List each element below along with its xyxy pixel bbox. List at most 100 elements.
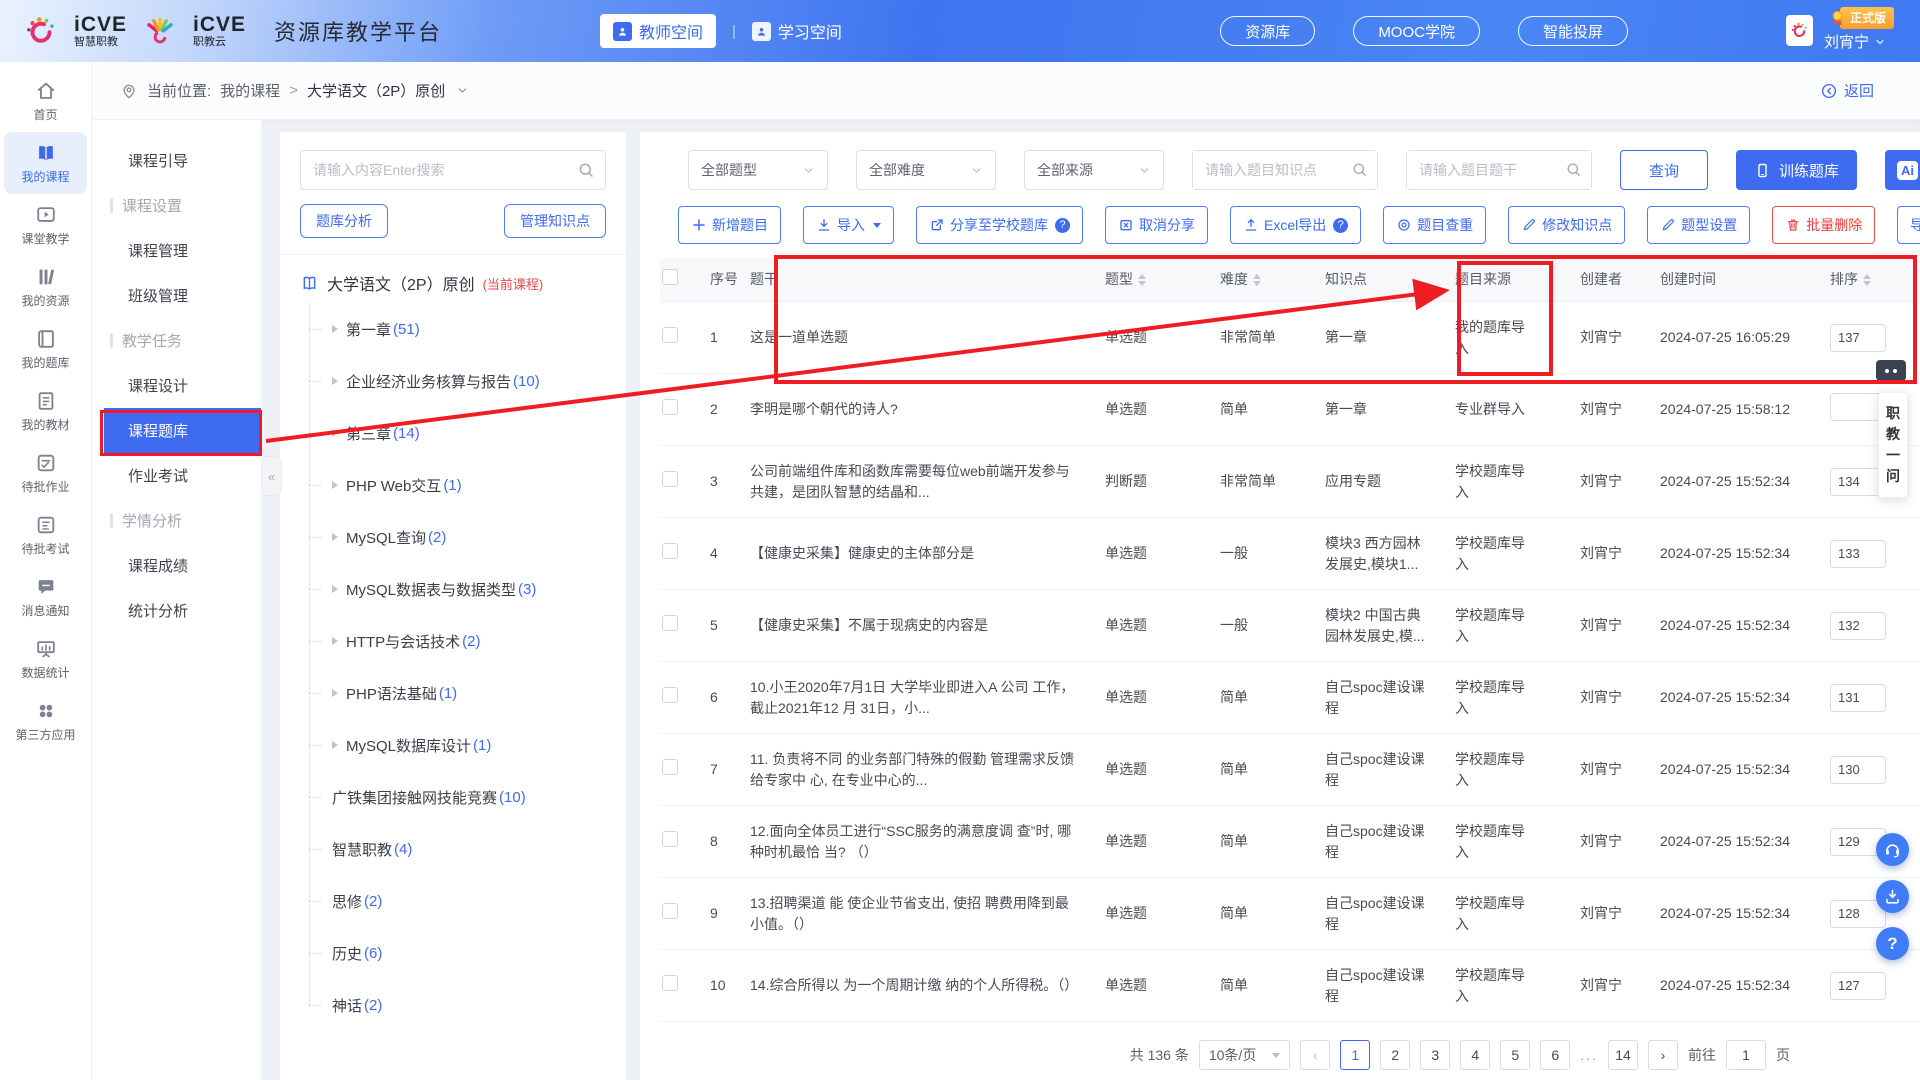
ai-button[interactable]: Ai A xyxy=(1885,150,1920,190)
menu-item[interactable]: 课程管理 xyxy=(92,228,261,273)
header-pill-button[interactable]: 智能投屏 xyxy=(1518,16,1628,46)
next-page-button[interactable]: › xyxy=(1648,1040,1678,1070)
tree-node[interactable]: MySQL数据库设计 (1) xyxy=(300,719,606,771)
tree-node[interactable]: 神话 (2) xyxy=(300,979,606,1031)
nav-learning-space[interactable]: 学习空间 xyxy=(752,19,842,43)
goto-page-input[interactable] xyxy=(1726,1040,1766,1070)
menu-item[interactable]: 作业考试 xyxy=(92,453,261,498)
row-checkbox[interactable] xyxy=(662,687,678,703)
sort-order-input[interactable]: 127 xyxy=(1830,972,1886,1000)
row-checkbox[interactable] xyxy=(662,975,678,991)
toolbar-button[interactable]: 题型设置 xyxy=(1647,206,1750,244)
query-button[interactable]: 查询 xyxy=(1620,150,1708,190)
sort-icons[interactable] xyxy=(1138,274,1146,286)
row-checkbox[interactable] xyxy=(662,399,678,415)
caret-right-icon[interactable] xyxy=(332,637,338,645)
toolbar-button[interactable]: 新增题目 xyxy=(678,206,781,244)
page-size-select[interactable]: 10条/页 xyxy=(1199,1040,1290,1070)
tree-node[interactable]: HTTP与会话技术 (2) xyxy=(300,615,606,667)
breadcrumb-current-course[interactable]: 大学语文（2P）原创 xyxy=(307,80,445,101)
caret-right-icon[interactable] xyxy=(332,429,338,437)
tree-node[interactable]: MySQL数据表与数据类型 (3) xyxy=(300,563,606,615)
toolbar-button[interactable]: 批量删除 xyxy=(1772,206,1875,244)
tree-node[interactable]: PHP语法基础 (1) xyxy=(300,667,606,719)
sort-order-input[interactable]: 131 xyxy=(1830,684,1886,712)
search-icon[interactable] xyxy=(577,161,595,179)
filter-search-input[interactable] xyxy=(1193,151,1377,189)
cell-stem[interactable]: 11. 负责将不同 的业务部门特殊的假勤 管理需求反馈给专家中 心, 在专业中心… xyxy=(750,749,1105,791)
page-number-button[interactable]: 4 xyxy=(1460,1040,1490,1070)
customer-service-button[interactable] xyxy=(1876,833,1909,866)
menu-item[interactable]: 学情分析 xyxy=(92,498,261,543)
tree-node[interactable]: 广铁集团接触网技能竞赛 (10) xyxy=(300,771,606,823)
panel-collapse-handle[interactable]: « xyxy=(262,456,282,496)
caret-right-icon[interactable] xyxy=(332,325,338,333)
train-bank-button[interactable]: 训练题库 xyxy=(1736,150,1857,190)
zhijiao-assistant-widget[interactable]: 职教一问 xyxy=(1878,392,1908,498)
caret-right-icon[interactable] xyxy=(332,481,338,489)
sort-order-input[interactable]: 132 xyxy=(1830,612,1886,640)
tree-node[interactable]: 第一章 (51) xyxy=(300,303,606,355)
app-logo-badge[interactable] xyxy=(1786,15,1813,46)
page-number-button[interactable]: 5 xyxy=(1500,1040,1530,1070)
toolbar-button[interactable]: 分享至学校题库 ? xyxy=(916,206,1083,244)
help-icon[interactable]: ? xyxy=(1333,218,1348,233)
page-number-button[interactable]: 1 xyxy=(1340,1040,1370,1070)
filter-search-input[interactable] xyxy=(1407,151,1591,189)
menu-item[interactable]: 课程成绩 xyxy=(92,543,261,588)
header-pill-button[interactable]: 资源库 xyxy=(1220,16,1315,46)
caret-right-icon[interactable] xyxy=(332,741,338,749)
sort-icons[interactable] xyxy=(1253,274,1261,286)
sidebar-rail-item[interactable]: 待批作业 xyxy=(4,442,87,504)
sidebar-rail-item[interactable]: 数据统计 xyxy=(4,628,87,690)
help-button[interactable]: ? xyxy=(1876,927,1909,960)
tree-node[interactable]: PHP Web交互 (1) xyxy=(300,459,606,511)
tree-node[interactable]: 历史 (6) xyxy=(300,927,606,979)
breadcrumb-my-courses[interactable]: 我的课程 xyxy=(220,80,280,101)
cell-stem[interactable]: 10.小王2020年7月1日 大学毕业即进入A 公司 工作，截止2021年12 … xyxy=(750,677,1105,719)
header-pill-button[interactable]: MOOC学院 xyxy=(1353,16,1480,46)
cell-stem[interactable]: 12.面向全体员工进行“SSC服务的满意度调 查”时, 哪种时机最恰 当? （） xyxy=(750,821,1105,863)
user-menu[interactable]: 刘宵宁 xyxy=(1824,31,1886,52)
search-icon[interactable] xyxy=(1351,161,1368,178)
sort-icons[interactable] xyxy=(1863,274,1871,286)
cell-stem[interactable]: 13.招聘渠道 能 使企业节省支出, 使招 聘费用降到最小值。（） xyxy=(750,893,1105,935)
sort-order-input[interactable]: 130 xyxy=(1830,756,1886,784)
menu-item[interactable]: 课程设计 xyxy=(92,363,261,408)
page-number-button[interactable]: 6 xyxy=(1540,1040,1570,1070)
toolbar-button[interactable]: 导入记录 xyxy=(1897,206,1920,244)
cell-stem[interactable]: 公司前端组件库和函数库需要每位web前端开发参与共建，是团队智慧的结晶和... xyxy=(750,461,1105,503)
search-icon[interactable] xyxy=(1565,161,1582,178)
row-checkbox[interactable] xyxy=(662,759,678,775)
toolbar-button[interactable]: 修改知识点 xyxy=(1508,206,1625,244)
row-checkbox[interactable] xyxy=(662,543,678,559)
select-all-checkbox[interactable] xyxy=(662,269,678,285)
sidebar-rail-item[interactable]: 第三方应用 xyxy=(4,690,87,752)
col-sort[interactable]: 排序 xyxy=(1830,269,1920,290)
sidebar-rail-item[interactable]: 我的题库 xyxy=(4,318,87,380)
prev-page-button[interactable]: ‹ xyxy=(1300,1040,1330,1070)
sidebar-rail-item[interactable]: 消息通知 xyxy=(4,566,87,628)
filter-select[interactable]: 全部题型 xyxy=(688,150,828,190)
sidebar-rail-item[interactable]: 我的资源 xyxy=(4,256,87,318)
col-difficulty[interactable]: 难度 xyxy=(1220,269,1325,290)
tree-search-input[interactable] xyxy=(301,151,605,189)
tree-node[interactable]: 智慧职教 (4) xyxy=(300,823,606,875)
widget-collapse-toggle[interactable] xyxy=(1876,360,1906,381)
tree-node[interactable]: 第三章 (14) xyxy=(300,407,606,459)
caret-right-icon[interactable] xyxy=(332,689,338,697)
cell-stem[interactable]: 【健康史采集】不属于现病史的内容是 xyxy=(750,615,1105,636)
row-checkbox[interactable] xyxy=(662,327,678,343)
sort-order-input[interactable]: 133 xyxy=(1830,540,1886,568)
row-checkbox[interactable] xyxy=(662,615,678,631)
sort-order-input[interactable]: 137 xyxy=(1830,324,1886,352)
menu-item[interactable]: 课程题库 xyxy=(104,408,261,453)
last-page-button[interactable]: 14 xyxy=(1608,1040,1638,1070)
cell-stem[interactable]: 14.综合所得以 为一个周期计缴 纳的个人所得税。（） xyxy=(750,975,1105,996)
row-checkbox[interactable] xyxy=(662,903,678,919)
bank-analysis-button[interactable]: 题库分析 xyxy=(300,204,388,238)
col-type[interactable]: 题型 xyxy=(1105,269,1220,290)
menu-item[interactable]: 统计分析 xyxy=(92,588,261,633)
cell-stem[interactable]: 【健康史采集】健康史的主体部分是 xyxy=(750,543,1105,564)
page-number-button[interactable]: 3 xyxy=(1420,1040,1450,1070)
